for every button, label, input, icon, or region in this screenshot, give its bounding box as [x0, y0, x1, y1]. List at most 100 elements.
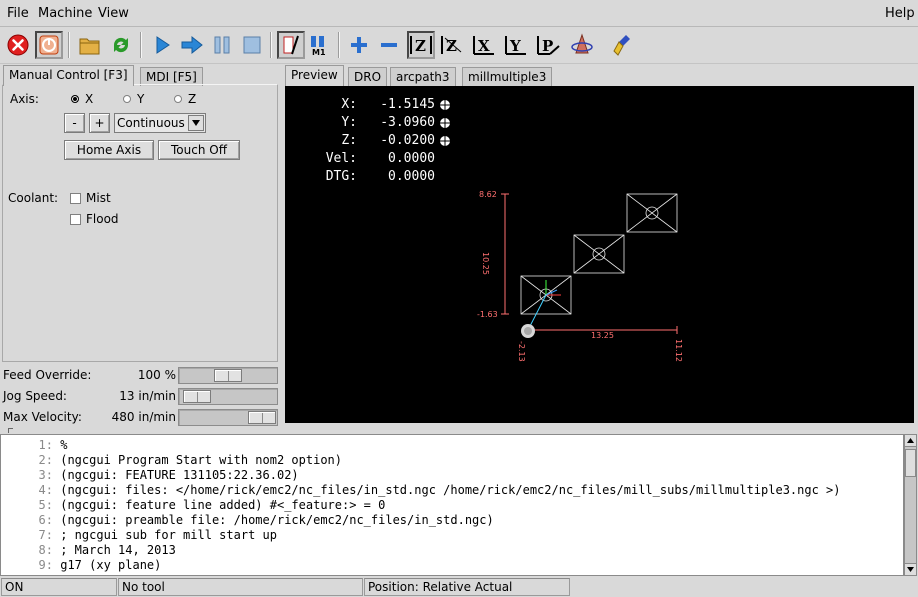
axis-x-radio[interactable]: X: [71, 92, 93, 106]
tab-preview[interactable]: Preview: [285, 65, 344, 86]
line-text: (ngcgui: files: </home/rick/emc2/nc_file…: [60, 483, 841, 497]
line-text: (ngcgui: preamble file: /home/rick/emc2/…: [60, 513, 494, 527]
zoom-out-icon: [381, 43, 397, 47]
jog-speed-label: Jog Speed:: [3, 389, 67, 403]
clear-plot-icon: [613, 35, 630, 56]
jog-minus-button[interactable]: -: [64, 113, 85, 133]
gcode-line[interactable]: 8: ; March 14, 2013: [1, 543, 176, 558]
view-z-button[interactable]: Z: [407, 31, 435, 59]
tab-arcpath3[interactable]: arcpath3: [390, 67, 456, 86]
estop-button[interactable]: [4, 31, 32, 59]
gcode-line[interactable]: 2: (ngcgui Program Start with nom2 optio…: [1, 453, 342, 468]
checkbox-box: [70, 213, 81, 225]
stop-button[interactable]: [238, 31, 266, 59]
run-button[interactable]: [148, 31, 176, 59]
radio-indicator: [174, 95, 182, 103]
view-y-button[interactable]: Y: [502, 31, 530, 59]
toolpath-preview[interactable]: X: -1.5145 Y: -3.0960 Z: -0.0200 Vel: 0.…: [285, 86, 914, 423]
mist-checkbox[interactable]: Mist: [70, 191, 111, 205]
scroll-down-icon[interactable]: [905, 563, 916, 575]
jog-plus-button[interactable]: +: [89, 113, 110, 133]
block-delete-icon: [283, 35, 299, 55]
jog-mode-value: Continuous: [117, 116, 185, 130]
line-text: ; ngcgui sub for mill start up: [60, 528, 277, 542]
reload-icon: [113, 37, 129, 53]
homed-y-icon: [440, 118, 450, 128]
optional-stop-icon: M1: [311, 36, 326, 56]
rotate-button[interactable]: [568, 31, 596, 59]
tab-dro[interactable]: DRO: [348, 67, 388, 86]
dim-x-right: 11.12: [674, 339, 683, 362]
jog-speed-slider[interactable]: [178, 388, 278, 405]
flood-checkbox[interactable]: Flood: [70, 212, 119, 226]
reload-button[interactable]: [107, 31, 135, 59]
line-number: 6:: [38, 513, 53, 527]
home-axis-button[interactable]: Home Axis: [64, 140, 154, 160]
line-number: 5:: [38, 498, 53, 512]
axis-y-label: Y: [137, 92, 145, 106]
view-p-button[interactable]: P: [535, 31, 563, 59]
svg-text:M1: M1: [312, 48, 326, 56]
axis-z-radio[interactable]: Z: [174, 92, 196, 106]
slider-thumb[interactable]: [248, 411, 276, 424]
menu-machine[interactable]: Machine: [38, 6, 92, 21]
line-text: %: [60, 438, 68, 452]
gcode-scrollbar[interactable]: [904, 434, 917, 576]
view-p-icon: P: [537, 36, 560, 55]
toolbar-separator: [68, 32, 70, 58]
flood-label: Flood: [86, 212, 119, 226]
zoom-out-button[interactable]: [375, 31, 403, 59]
max-velocity-slider[interactable]: [178, 409, 278, 426]
optional-stop-button[interactable]: M1: [306, 31, 334, 59]
slider-thumb[interactable]: [214, 369, 242, 382]
gcode-line[interactable]: 1: %: [1, 438, 68, 453]
homed-z-icon: [440, 136, 450, 146]
machine-power-button[interactable]: [35, 31, 63, 59]
max-velocity-label: Max Velocity:: [3, 410, 82, 424]
clear-plot-button[interactable]: [610, 31, 638, 59]
feed-override-slider[interactable]: [178, 367, 278, 384]
svg-text:Z: Z: [446, 37, 457, 55]
zoom-in-button[interactable]: [345, 31, 373, 59]
pane-grip-icon[interactable]: [8, 428, 13, 433]
gcode-line[interactable]: 5: (ngcgui: feature line added) #<_featu…: [1, 498, 386, 513]
axis-x-label: X: [85, 92, 94, 106]
mist-label: Mist: [86, 191, 111, 205]
tab-millmultiple3[interactable]: millmultiple3: [462, 67, 553, 86]
scroll-thumb[interactable]: [905, 449, 916, 477]
chevron-down-icon: [188, 115, 204, 131]
gcode-line[interactable]: 4: (ngcgui: files: </home/rick/emc2/nc_f…: [1, 483, 841, 498]
origin-axes: [545, 280, 561, 296]
dim-y-top: 8.62: [479, 190, 497, 199]
tab-manual-control[interactable]: Manual Control [F3]: [3, 65, 134, 86]
slider-thumb[interactable]: [183, 390, 211, 403]
line-text: (ngcgui: feature line added) #<_feature:…: [60, 498, 386, 512]
open-file-icon: [79, 38, 100, 55]
coolant-label: Coolant:: [8, 191, 59, 205]
toolbar-separator: [140, 32, 142, 58]
menu-view[interactable]: View: [98, 6, 129, 21]
menu-file[interactable]: File: [7, 6, 29, 21]
block-delete-button[interactable]: [277, 31, 305, 59]
gcode-listing[interactable]: 1: % 2: (ngcgui Program Start with nom2 …: [0, 434, 904, 576]
gcode-line[interactable]: 3: (ngcgui: FEATURE 131105:22.36.02): [1, 468, 299, 483]
view-x-button[interactable]: X: [470, 31, 498, 59]
view-z2-icon: Z: [441, 36, 462, 55]
gcode-line[interactable]: 9: g17 (xy plane): [1, 558, 162, 573]
jog-mode-select[interactable]: Continuous: [114, 113, 206, 133]
axis-y-radio[interactable]: Y: [123, 92, 144, 106]
pause-button[interactable]: [208, 31, 236, 59]
scroll-up-icon[interactable]: [905, 435, 916, 447]
homed-x-icon: [440, 100, 450, 110]
view-z2-button[interactable]: Z: [438, 31, 466, 59]
radio-indicator: [123, 95, 131, 103]
touch-off-button[interactable]: Touch Off: [158, 140, 240, 160]
gcode-line[interactable]: 6: (ngcgui: preamble file: /home/rick/em…: [1, 513, 494, 528]
svg-text:X: X: [478, 37, 490, 55]
dim-x-size: 13.25: [591, 331, 614, 340]
open-file-button[interactable]: [76, 31, 104, 59]
menu-help[interactable]: Help: [885, 6, 915, 21]
step-button[interactable]: [178, 31, 206, 59]
toolbar-separator: [270, 32, 272, 58]
gcode-line[interactable]: 7: ; ngcgui sub for mill start up: [1, 528, 277, 543]
